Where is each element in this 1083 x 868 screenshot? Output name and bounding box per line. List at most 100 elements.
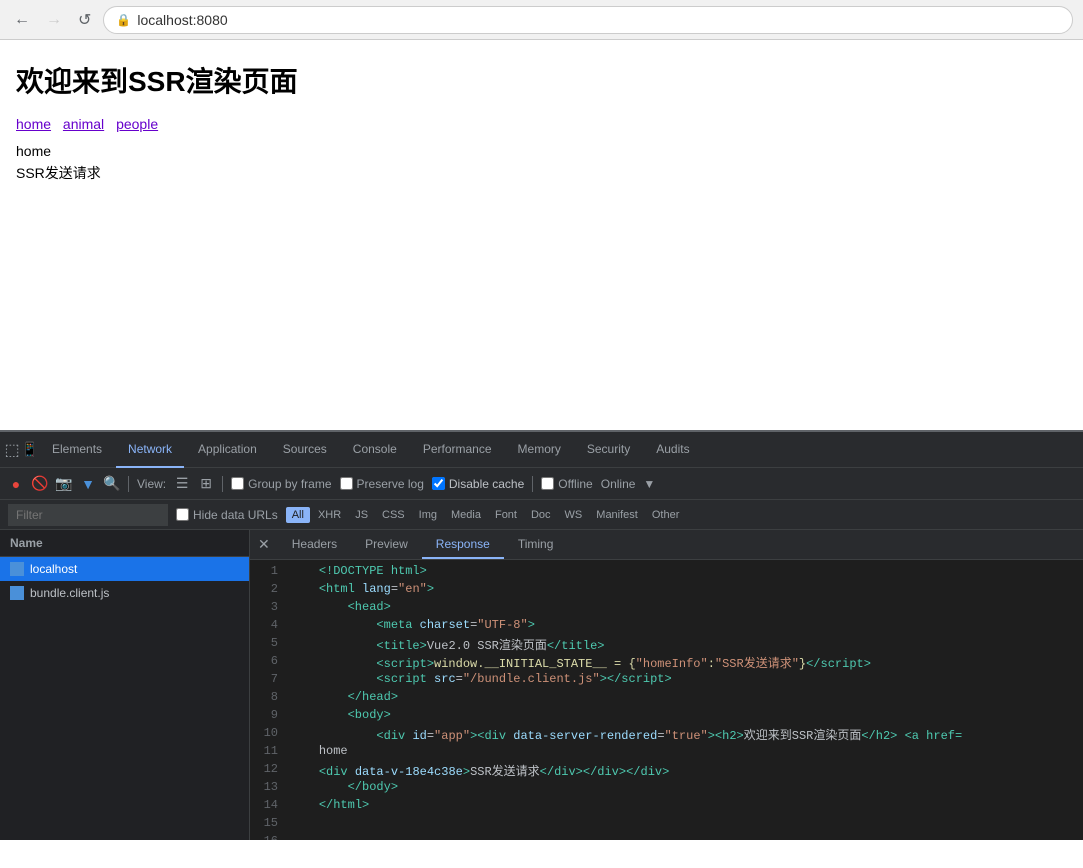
filter-ws[interactable]: WS (559, 507, 589, 523)
filter-img[interactable]: Img (413, 507, 443, 523)
hide-data-urls-checkbox[interactable] (176, 508, 189, 521)
nav-link-animal[interactable]: animal (63, 116, 104, 132)
offline-option: Offline (541, 477, 592, 491)
nav-links: home animal people (16, 116, 1067, 132)
response-tabs: ✕ Headers Preview Response Timing (250, 530, 1083, 560)
response-close-button[interactable]: ✕ (250, 530, 278, 559)
filter-input[interactable] (8, 504, 168, 526)
filter-xhr[interactable]: XHR (312, 507, 347, 523)
code-line-10: 10 <div id="app"><div data-server-render… (250, 726, 1083, 744)
filter-all[interactable]: All (286, 507, 310, 523)
code-line-6: 6 <script>window.__INITIAL_STATE__ = {"h… (250, 654, 1083, 672)
preserve-log-label: Preserve log (357, 477, 424, 491)
file-list-header: Name (0, 530, 249, 557)
group-by-frame-checkbox[interactable] (231, 477, 244, 490)
file-icon (10, 562, 24, 576)
tab-application[interactable]: Application (186, 432, 269, 468)
code-line-7: 7 <script src="/bundle.client.js"></scri… (250, 672, 1083, 690)
devtools-main: Name localhost bundle.client.js ✕ Header… (0, 530, 1083, 840)
view-label: View: (137, 477, 166, 491)
tab-audits[interactable]: Audits (644, 432, 701, 468)
separator (128, 476, 129, 492)
tab-preview[interactable]: Preview (351, 531, 422, 559)
code-line-13: 13 </body> (250, 780, 1083, 798)
group-by-frame-option: Group by frame (231, 477, 331, 491)
code-line-12: 12 <div data-v-18e4c38e>SSR发送请求</div></d… (250, 762, 1083, 780)
filter-manifest[interactable]: Manifest (590, 507, 644, 523)
code-line-3: 3 <head> (250, 600, 1083, 618)
tab-sources[interactable]: Sources (271, 432, 339, 468)
online-label: Online (601, 477, 636, 491)
tab-network[interactable]: Network (116, 432, 184, 468)
file-list: Name localhost bundle.client.js (0, 530, 250, 840)
nav-link-home[interactable]: home (16, 116, 51, 132)
filter-font[interactable]: Font (489, 507, 523, 523)
code-view: 1 <!DOCTYPE html> 2 <html lang="en"> 3 <… (250, 560, 1083, 840)
filter-js[interactable]: JS (349, 507, 374, 523)
separator3 (532, 476, 533, 492)
inspect-icon[interactable]: ⬚ (4, 442, 20, 458)
record-button[interactable]: ● (8, 476, 24, 492)
tab-elements[interactable]: Elements (40, 432, 114, 468)
code-line-11: 11 home (250, 744, 1083, 762)
search-icon[interactable]: 🔍 (104, 476, 120, 492)
file-item-localhost[interactable]: localhost (0, 557, 249, 581)
tab-security[interactable]: Security (575, 432, 642, 468)
code-line-1: 1 <!DOCTYPE html> (250, 564, 1083, 582)
tab-console[interactable]: Console (341, 432, 409, 468)
camera-button[interactable]: 📷 (56, 476, 72, 492)
device-icon[interactable]: 📱 (22, 442, 38, 458)
response-panel: ✕ Headers Preview Response Timing 1 <!DO… (250, 530, 1083, 840)
disable-cache-option: Disable cache (432, 477, 524, 491)
nav-link-people[interactable]: people (116, 116, 158, 132)
lock-icon: 🔒 (116, 13, 131, 27)
url-text: localhost:8080 (137, 12, 227, 28)
separator2 (222, 476, 223, 492)
code-line-14: 14 </html> (250, 798, 1083, 816)
file-icon-bundle (10, 586, 24, 600)
code-line-15: 15 (250, 816, 1083, 834)
tab-response[interactable]: Response (422, 531, 504, 559)
preserve-log-option: Preserve log (340, 477, 424, 491)
code-line-4: 4 <meta charset="UTF-8"> (250, 618, 1083, 636)
preserve-log-checkbox[interactable] (340, 477, 353, 490)
view-list-icon[interactable]: ☰ (174, 476, 190, 492)
view-group-icon[interactable]: ⊞ (198, 476, 214, 492)
filter-other[interactable]: Other (646, 507, 686, 523)
devtools-panel: ⬚ 📱 Elements Network Application Sources… (0, 430, 1083, 840)
code-line-2: 2 <html lang="en"> (250, 582, 1083, 600)
back-button[interactable]: ← (10, 9, 34, 31)
hide-data-urls-label: Hide data URLs (193, 508, 278, 522)
file-name-localhost: localhost (30, 562, 77, 576)
tab-timing[interactable]: Timing (504, 531, 568, 559)
page-title: 欢迎来到SSR渲染页面 (16, 60, 1067, 100)
filter-bar: Hide data URLs All XHR JS CSS Img Media … (0, 500, 1083, 530)
filter-icon[interactable]: ▼ (80, 476, 96, 492)
code-line-5: 5 <title>Vue2.0 SSR渲染页面</title> (250, 636, 1083, 654)
devtools-tabbar: ⬚ 📱 Elements Network Application Sources… (0, 432, 1083, 468)
filter-doc[interactable]: Doc (525, 507, 557, 523)
page-text-home: home (16, 140, 1067, 162)
offline-label: Offline (558, 477, 592, 491)
tab-headers[interactable]: Headers (278, 531, 351, 559)
code-line-8: 8 </head> (250, 690, 1083, 708)
group-by-frame-label: Group by frame (248, 477, 331, 491)
forward-button[interactable]: → (42, 9, 66, 31)
hide-data-urls-option: Hide data URLs (176, 508, 278, 522)
filter-css[interactable]: CSS (376, 507, 411, 523)
code-line-16: 16 (250, 834, 1083, 840)
tab-performance[interactable]: Performance (411, 432, 504, 468)
disable-cache-checkbox[interactable] (432, 477, 445, 490)
filter-type-buttons: All XHR JS CSS Img Media Font Doc WS Man… (286, 507, 686, 523)
code-line-9: 9 <body> (250, 708, 1083, 726)
file-item-bundle[interactable]: bundle.client.js (0, 581, 249, 605)
tab-memory[interactable]: Memory (506, 432, 573, 468)
network-throttle-dropdown[interactable]: ▼ (643, 477, 655, 491)
filter-media[interactable]: Media (445, 507, 487, 523)
page-text-ssr: SSR发送请求 (16, 162, 1067, 184)
offline-checkbox[interactable] (541, 477, 554, 490)
address-bar[interactable]: 🔒 localhost:8080 (103, 6, 1073, 34)
reload-button[interactable]: ↺ (74, 8, 95, 32)
disable-cache-label: Disable cache (449, 477, 524, 491)
clear-button[interactable]: 🚫 (32, 476, 48, 492)
